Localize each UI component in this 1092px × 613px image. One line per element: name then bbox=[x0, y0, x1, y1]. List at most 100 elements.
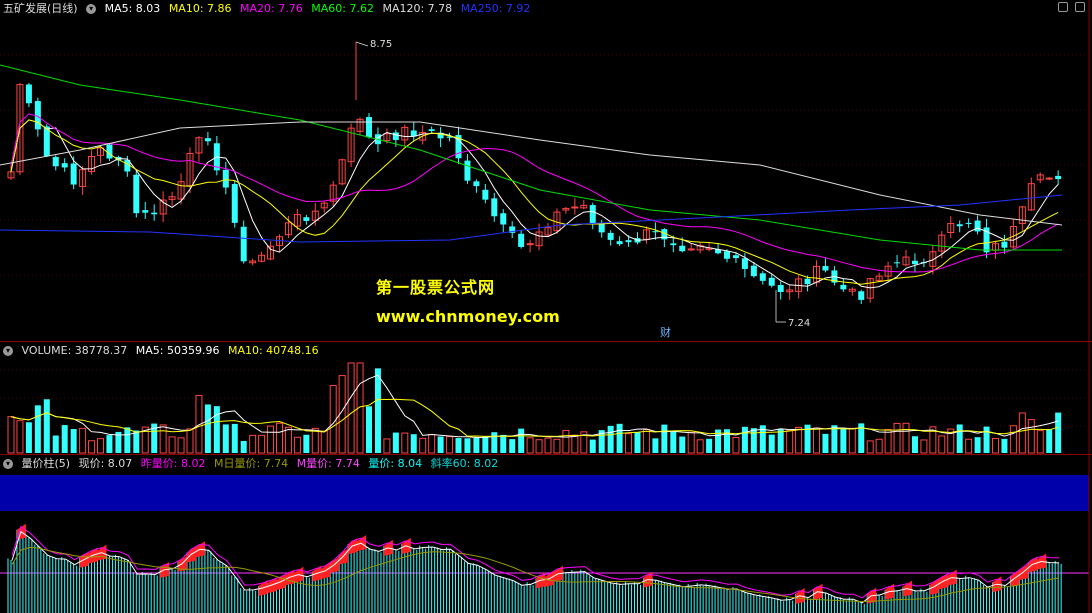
volume-bar-down bbox=[983, 426, 990, 453]
candlestick-chart[interactable] bbox=[0, 0, 1092, 341]
candle-down bbox=[759, 273, 766, 281]
indicator-toggle-icon[interactable]: ▾ bbox=[86, 4, 97, 14]
candle-down bbox=[732, 255, 739, 259]
candle-down bbox=[804, 278, 811, 285]
indicator-panel-toggle-icon[interactable]: ▾ bbox=[3, 459, 13, 469]
candle-down bbox=[768, 277, 775, 286]
volume-bar-up bbox=[428, 434, 436, 454]
volume-bar-down bbox=[652, 438, 659, 453]
volume-bar-up bbox=[320, 430, 328, 454]
volume-bar-up bbox=[159, 424, 167, 454]
volume-bar-up bbox=[419, 437, 427, 454]
volume-bar-up bbox=[544, 437, 552, 454]
volume-bar-down bbox=[106, 435, 113, 453]
volume-bar-down bbox=[679, 436, 686, 453]
volume-bar-down bbox=[374, 368, 381, 453]
candle-down bbox=[106, 144, 113, 159]
volume-bar-up bbox=[938, 435, 946, 454]
price-panel[interactable]: 五矿发展(日线) ▾ MA5: 8.03 MA10: 7.86 MA20: 7.… bbox=[0, 0, 1092, 341]
candle-down bbox=[518, 233, 525, 247]
volume-bar-down bbox=[518, 428, 525, 453]
candle-down bbox=[52, 156, 59, 167]
volume-bar-down bbox=[616, 423, 623, 453]
maximize-icon[interactable] bbox=[1075, 2, 1085, 12]
candle-down bbox=[616, 241, 623, 245]
volume-bar-up bbox=[293, 436, 301, 454]
candle-down bbox=[741, 258, 748, 269]
m-volume-price-label: M量价: 7.74 bbox=[296, 457, 360, 470]
volume-title: VOLUME: 38778.37 bbox=[21, 344, 128, 357]
volume-bar-down bbox=[1055, 412, 1062, 453]
candle-down bbox=[303, 217, 310, 221]
volume-bar-down bbox=[589, 439, 596, 453]
volume-bar-down bbox=[437, 436, 444, 453]
volume-bar-down bbox=[34, 405, 41, 453]
volume-bar-down bbox=[240, 440, 247, 453]
candle-down bbox=[133, 174, 140, 214]
volume-bar-down bbox=[133, 430, 140, 453]
candle-down bbox=[392, 132, 399, 141]
volume-bar-up bbox=[88, 440, 96, 454]
candle-down bbox=[956, 224, 963, 227]
volume-bar-up bbox=[16, 420, 24, 454]
vol-ma10-label: MA10: 40748.16 bbox=[227, 344, 319, 357]
candle-down bbox=[25, 84, 32, 104]
volume-bar-up bbox=[249, 434, 257, 454]
volume-toggle-icon[interactable]: ▾ bbox=[3, 346, 13, 356]
volume-bar-up bbox=[1036, 430, 1044, 454]
volume-bar-down bbox=[61, 425, 68, 453]
restore-icon[interactable] bbox=[1058, 2, 1068, 12]
volume-bar-up bbox=[535, 439, 543, 454]
candle-down bbox=[858, 291, 865, 300]
volume-bar-up bbox=[992, 438, 999, 454]
ma20-label: MA20: 7.76 bbox=[240, 2, 303, 15]
watermark-url: www.chnmoney.com bbox=[376, 307, 560, 326]
volume-bar-down bbox=[455, 438, 462, 453]
volume-bar-up bbox=[267, 425, 275, 454]
watermark-title: 第一股票公式网 bbox=[376, 278, 496, 297]
volume-bar-down bbox=[956, 424, 963, 453]
candle-up bbox=[687, 248, 695, 251]
volume-header: ▾ VOLUME: 38778.37 MA5: 50359.96 MA10: 4… bbox=[0, 342, 324, 360]
volume-bar-down bbox=[25, 422, 32, 453]
indicator-band bbox=[0, 475, 1089, 511]
volume-bar-down bbox=[822, 433, 829, 453]
candle-down bbox=[151, 212, 158, 215]
volume-bar-down bbox=[52, 435, 59, 453]
candle-down bbox=[840, 284, 847, 290]
candle-down bbox=[965, 222, 972, 224]
volume-bar-down bbox=[392, 432, 399, 453]
volume-bar-down bbox=[1001, 438, 1008, 453]
candle-down bbox=[750, 265, 757, 277]
volume-bar-up bbox=[1009, 425, 1017, 454]
volume-bar-down bbox=[750, 428, 757, 453]
volume-bar-down bbox=[222, 424, 229, 453]
candle-down bbox=[894, 262, 901, 264]
volume-bar-down bbox=[70, 429, 77, 453]
volume-bar-up bbox=[687, 431, 695, 454]
ma250-label: MA250: 7.92 bbox=[460, 2, 531, 15]
volume-bar-up bbox=[786, 430, 794, 454]
ma10-line bbox=[10, 119, 1059, 285]
volume-bar-up bbox=[401, 432, 409, 454]
volume-bar-down bbox=[1046, 428, 1053, 453]
volume-bar-up bbox=[795, 426, 803, 454]
volume-bar-up bbox=[311, 427, 319, 454]
financial-event-marker[interactable]: 财 bbox=[660, 324, 671, 340]
candle-up bbox=[526, 243, 534, 246]
candle-down bbox=[428, 129, 435, 132]
volume-bar-up bbox=[732, 437, 740, 454]
volume-bar-up bbox=[186, 428, 194, 454]
volume-bar-up bbox=[642, 429, 650, 454]
volume-price-column-chart[interactable] bbox=[0, 455, 1092, 613]
candle-down bbox=[822, 266, 829, 271]
candle-down bbox=[61, 163, 68, 168]
volume-panel[interactable]: ▾ VOLUME: 38778.37 MA5: 50359.96 MA10: 4… bbox=[0, 341, 1092, 454]
candle-up bbox=[571, 206, 579, 209]
volume-bar-up bbox=[383, 438, 391, 454]
candle-down bbox=[500, 213, 507, 225]
volume-bar-down bbox=[831, 425, 838, 453]
candle-down bbox=[231, 183, 238, 223]
volume-bar-down bbox=[974, 437, 981, 453]
indicator-panel[interactable]: ▾ 量价柱(5) 现价: 8.07 昨量价: 8.02 M日量价: 7.74 M… bbox=[0, 454, 1092, 613]
